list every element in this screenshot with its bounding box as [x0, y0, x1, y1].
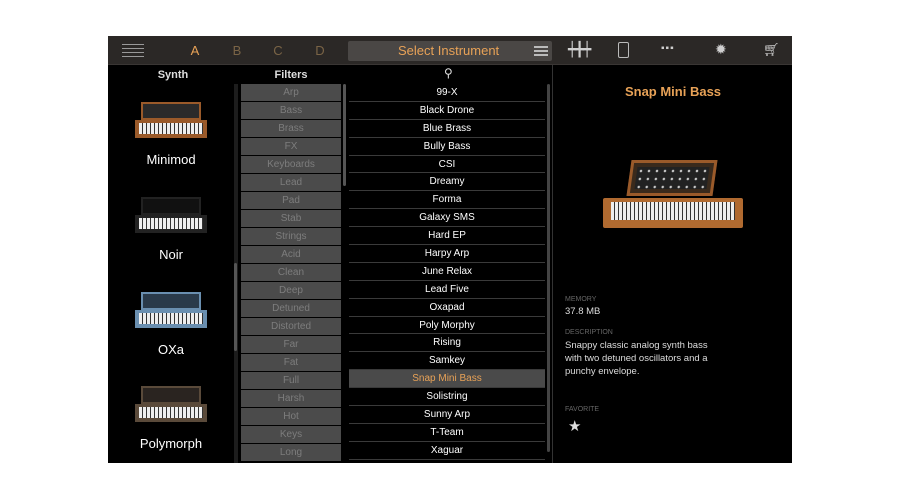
instrument-item[interactable]: Black Drone — [349, 102, 545, 120]
memory-label: MEMORY — [565, 296, 597, 303]
preset-tab-d[interactable]: D — [310, 36, 330, 65]
instrument-item[interactable]: Solistring — [349, 388, 545, 407]
filter-item[interactable]: Pad — [241, 192, 341, 209]
top-bar: ABCD Select Instrument ┿╋┿ ▪▪▪ ✹ 🛒︎ — [108, 36, 792, 65]
cart-icon[interactable]: 🛒︎ — [763, 42, 780, 58]
filter-item[interactable]: Hot — [241, 408, 341, 425]
instrument-title: Snap Mini Bass — [624, 84, 722, 99]
filter-item[interactable]: Keys — [241, 426, 341, 443]
instrument-item[interactable]: Harpy Arp — [349, 245, 545, 263]
memory-value: 37.8 MB — [565, 306, 601, 317]
filter-item[interactable]: Full — [241, 372, 341, 389]
instrument-item[interactable]: Bully Bass — [349, 138, 545, 156]
instrument-item[interactable]: Samkey — [349, 352, 545, 371]
instrument-item[interactable]: Sunny Arp — [349, 406, 545, 424]
instrument-item[interactable]: Blue Brass — [349, 120, 545, 138]
instrument-item[interactable]: Snap Mini Bass — [349, 370, 545, 389]
instrument-item[interactable]: Hard EP — [349, 227, 545, 246]
synth-item[interactable]: Polymorph — [108, 386, 234, 451]
instrument-item[interactable]: T-Team — [349, 424, 545, 442]
filter-item[interactable]: Distorted — [241, 318, 341, 335]
instrument-list: 99-X Black Drone Blue Brass Bully Bass CSI Dr… — [349, 84, 545, 460]
detail-panel: Snap Mini Bass MEMORY 37.8 MB DESCRIPTIO… — [552, 65, 792, 463]
filter-item[interactable]: Long — [241, 444, 341, 461]
filter-item[interactable]: Lead — [241, 174, 341, 191]
filter-item[interactable]: Far — [241, 336, 341, 353]
filter-item[interactable]: Clean — [241, 264, 341, 281]
synth-name: Polymorph — [139, 436, 203, 451]
synth-image — [135, 197, 207, 237]
filter-item[interactable]: Strings — [241, 228, 341, 245]
search-icon[interactable]: ⚲ — [444, 66, 453, 80]
description-label: DESCRIPTION — [565, 329, 613, 336]
synth-item[interactable]: Minimod — [108, 102, 234, 167]
instrument-item[interactable]: Xaguar — [349, 442, 545, 460]
synth-name: Noir — [159, 247, 183, 262]
description-text: Snappy classic analog synth bass with tw… — [565, 340, 708, 377]
filter-item[interactable]: Stab — [241, 210, 341, 227]
instrument-item[interactable]: Poly Morphy — [349, 317, 545, 335]
filter-scrollbar[interactable] — [343, 84, 346, 186]
app-window: ABCD Select Instrument ┿╋┿ ▪▪▪ ✹ 🛒︎ Synt… — [108, 36, 792, 463]
menu-lines-icon[interactable] — [122, 44, 144, 57]
instrument-image — [601, 160, 745, 240]
synth-image — [135, 102, 207, 142]
preset-tab-c[interactable]: C — [268, 36, 288, 65]
synth-image — [135, 292, 207, 332]
pedal-icon[interactable] — [618, 42, 629, 58]
instrument-item[interactable]: Oxapad — [349, 299, 545, 317]
filter-item[interactable]: Bass — [241, 102, 341, 119]
instrument-item[interactable]: CSI — [349, 156, 545, 174]
filter-item[interactable]: Acid — [241, 246, 341, 263]
select-instrument-button[interactable]: Select Instrument — [348, 41, 552, 61]
filter-item[interactable]: FX — [241, 138, 341, 155]
mixer-sliders-icon[interactable]: ┿╋┿ — [568, 41, 591, 58]
filter-item[interactable]: Detuned — [241, 300, 341, 317]
synth-name: OXa — [157, 342, 184, 357]
synth-name: Minimod — [146, 152, 196, 167]
instrument-item[interactable]: Lead Five — [349, 281, 545, 299]
synth-item[interactable]: Noir — [108, 197, 234, 262]
synth-item[interactable]: OXa — [108, 292, 234, 357]
synth-image — [135, 386, 207, 426]
instrument-scrollbar[interactable] — [547, 84, 550, 452]
synth-header: Synth — [157, 69, 189, 81]
filter-item[interactable]: Keyboards — [241, 156, 341, 173]
synth-scrollbar[interactable] — [234, 263, 237, 351]
list-icon[interactable] — [534, 46, 548, 56]
filter-item[interactable]: Brass — [241, 120, 341, 137]
favorite-label: FAVORITE — [565, 406, 600, 413]
filter-item[interactable]: Harsh — [241, 390, 341, 407]
gear-icon[interactable]: ✹ — [715, 41, 727, 58]
instrument-item[interactable]: Rising — [349, 334, 545, 353]
instrument-item[interactable]: Galaxy SMS — [349, 209, 545, 228]
star-icon[interactable]: ★ — [568, 417, 581, 435]
filter-list: Arp Bass Brass FX Keyboards Lead Pad Stab String… — [241, 84, 341, 462]
instrument-item[interactable]: Forma — [349, 191, 545, 210]
arpeggiator-icon[interactable]: ▪▪▪ — [661, 43, 675, 54]
preset-tab-a[interactable]: A — [185, 36, 205, 65]
instrument-item[interactable]: June Relax — [349, 263, 545, 281]
instrument-item[interactable]: 99-X — [349, 84, 545, 102]
filter-item[interactable]: Arp — [241, 84, 341, 101]
instrument-item[interactable]: Dreamy — [349, 173, 545, 192]
filter-item[interactable]: Fat — [241, 354, 341, 371]
preset-tab-b[interactable]: B — [227, 36, 247, 65]
filters-header: Filters — [274, 69, 308, 81]
filter-item[interactable]: Deep — [241, 282, 341, 299]
